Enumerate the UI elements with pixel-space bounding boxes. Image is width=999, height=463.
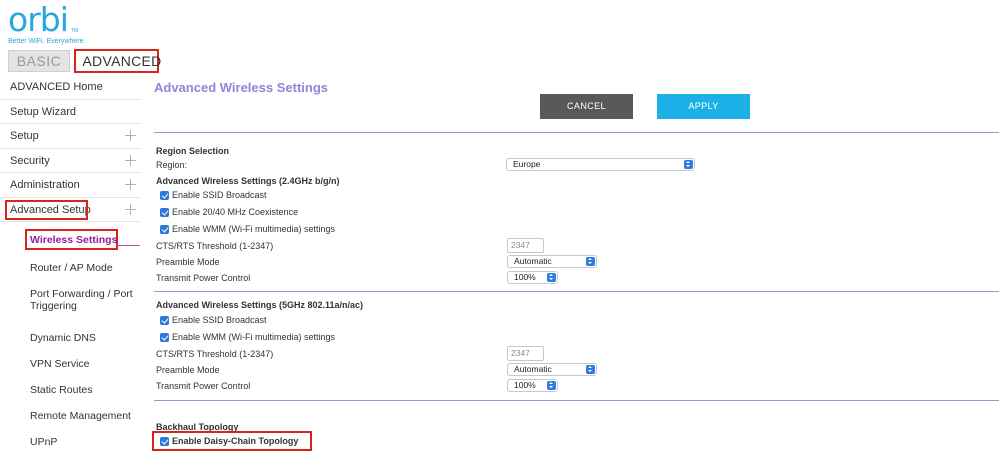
sidebar-item-setup[interactable]: Setup bbox=[0, 124, 141, 149]
logo-tagline: Better WiFi. Everywhere. bbox=[8, 38, 86, 45]
logo-trademark: TM bbox=[71, 28, 79, 34]
sidebar-item-label: Setup bbox=[10, 130, 39, 142]
checkbox-label: Enable SSID Broadcast bbox=[172, 190, 267, 200]
subnav-port-forwarding[interactable]: Port Forwarding / Port Triggering bbox=[30, 288, 135, 312]
advanced-setup-highlight bbox=[5, 200, 88, 220]
apply-button[interactable]: APPLY bbox=[657, 94, 750, 119]
tab-basic[interactable]: BASIC bbox=[8, 50, 70, 72]
band5-cts-input[interactable]: 2347 bbox=[507, 346, 544, 361]
expand-plus-icon[interactable] bbox=[125, 154, 137, 166]
divider bbox=[154, 400, 999, 401]
sidebar-item-security[interactable]: Security bbox=[0, 149, 141, 173]
sidebar-item-advanced-home[interactable]: ADVANCED Home bbox=[0, 75, 141, 100]
checkbox-label: Enable 20/40 MHz Coexistence bbox=[172, 207, 299, 217]
checkbox-label: Enable Daisy-Chain Topology bbox=[172, 436, 299, 446]
cancel-button[interactable]: CANCEL bbox=[540, 94, 633, 119]
region-select[interactable]: Europe bbox=[506, 158, 695, 171]
sidebar-item-setup-wizard[interactable]: Setup Wizard bbox=[0, 100, 141, 124]
subnav-remote-management[interactable]: Remote Management bbox=[30, 410, 131, 422]
select-arrow-icon bbox=[586, 257, 595, 266]
region-label: Region: bbox=[156, 160, 188, 170]
band24-cts-input[interactable]: 2347 bbox=[507, 238, 544, 253]
checkbox-label: Enable WMM (Wi-Fi multimedia) settings bbox=[172, 332, 336, 342]
band5-power-select[interactable]: 100% bbox=[507, 379, 558, 392]
page-title: Advanced Wireless Settings bbox=[154, 80, 328, 95]
sidebar-item-label: Security bbox=[10, 154, 50, 167]
checkbox-checked-icon[interactable] bbox=[160, 225, 169, 234]
band24-preamble-label: Preamble Mode bbox=[156, 257, 220, 267]
subnav-static-routes[interactable]: Static Routes bbox=[30, 384, 92, 396]
power-value: 100% bbox=[514, 380, 536, 390]
tab-advanced[interactable]: ADVANCED bbox=[82, 50, 162, 72]
band24-power-label: Transmit Power Control bbox=[156, 273, 251, 283]
preamble-value: Automatic bbox=[514, 364, 552, 374]
divider bbox=[154, 132, 999, 133]
band24-cts-label: CTS/RTS Threshold (1-2347) bbox=[156, 241, 274, 251]
checkbox-checked-icon[interactable] bbox=[160, 437, 169, 446]
sidebar-item-label: ADVANCED Home bbox=[10, 81, 103, 93]
sidebar-item-label: Administration bbox=[10, 179, 80, 191]
select-arrow-icon bbox=[547, 273, 556, 282]
expand-plus-icon[interactable] bbox=[125, 178, 137, 190]
band5-preamble-select[interactable]: Automatic bbox=[507, 363, 597, 376]
region-section-title: Region Selection bbox=[156, 146, 230, 156]
checkbox-checked-icon[interactable] bbox=[160, 333, 169, 342]
select-arrow-icon bbox=[547, 381, 556, 390]
expand-plus-icon[interactable] bbox=[125, 203, 137, 215]
expand-plus-icon[interactable] bbox=[125, 129, 137, 141]
subnav-router-ap-mode[interactable]: Router / AP Mode bbox=[30, 262, 113, 274]
sidebar-item-administration[interactable]: Administration bbox=[0, 173, 141, 198]
subnav-upnp[interactable]: UPnP bbox=[30, 436, 57, 448]
select-arrow-icon bbox=[684, 160, 693, 169]
band5-power-label: Transmit Power Control bbox=[156, 381, 251, 391]
checkbox-checked-icon[interactable] bbox=[160, 316, 169, 325]
checkbox-label: Enable SSID Broadcast bbox=[172, 315, 267, 325]
sidebar-item-label: Setup Wizard bbox=[10, 105, 77, 118]
band5-preamble-label: Preamble Mode bbox=[156, 365, 220, 375]
band24-section-title: Advanced Wireless Settings (2.4GHz b/g/n… bbox=[156, 176, 340, 186]
region-value: Europe bbox=[513, 159, 541, 169]
preamble-value: Automatic bbox=[514, 256, 552, 266]
checkbox-checked-icon[interactable] bbox=[160, 208, 169, 217]
orbi-logo: orbi TM Better WiFi. Everywhere. bbox=[8, 2, 85, 46]
band5-cts-label: CTS/RTS Threshold (1-2347) bbox=[156, 349, 274, 359]
subnav-wireless-settings[interactable]: Wireless Settings bbox=[30, 234, 117, 246]
band24-preamble-select[interactable]: Automatic bbox=[507, 255, 597, 268]
band5-section-title: Advanced Wireless Settings (5GHz 802.11a… bbox=[156, 300, 364, 310]
active-underline bbox=[117, 245, 140, 246]
band24-power-select[interactable]: 100% bbox=[507, 271, 558, 284]
subnav-dynamic-dns[interactable]: Dynamic DNS bbox=[30, 332, 96, 344]
divider bbox=[154, 291, 999, 292]
select-arrow-icon bbox=[586, 365, 595, 374]
power-value: 100% bbox=[514, 272, 536, 282]
checkbox-label: Enable WMM (Wi-Fi multimedia) settings bbox=[172, 224, 336, 234]
checkbox-checked-icon[interactable] bbox=[160, 191, 169, 200]
subnav-vpn-service[interactable]: VPN Service bbox=[30, 358, 90, 370]
